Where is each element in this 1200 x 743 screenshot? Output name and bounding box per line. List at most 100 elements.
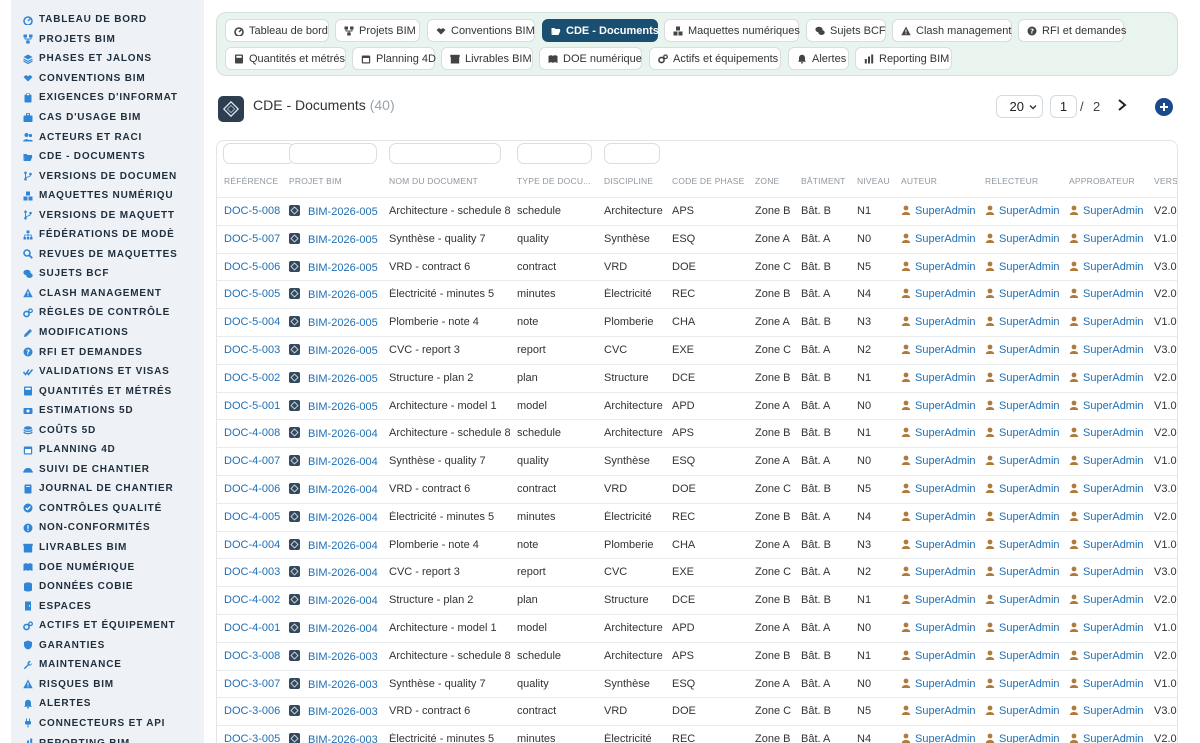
table-row[interactable]: DOC-5-002 BIM-2026-005 Structure - plan 2 p… — [217, 363, 1177, 392]
table-cell[interactable]: SuperAdmin — [1069, 205, 1153, 218]
table-cell[interactable]: SuperAdmin — [901, 678, 983, 691]
table-row[interactable]: DOC-5-004 BIM-2026-005 Plomberie - note 4 n… — [217, 308, 1177, 336]
table-cell[interactable]: SuperAdmin — [1069, 233, 1153, 246]
table-cell[interactable]: SuperAdmin — [1069, 539, 1153, 552]
table-cell[interactable]: SuperAdmin — [901, 511, 983, 524]
table-row[interactable]: DOC-4-006 BIM-2026-004 VRD - contract 6 con… — [217, 474, 1177, 503]
table-cell[interactable]: BIM-2026-004 — [289, 510, 387, 525]
table-cell[interactable]: SuperAdmin — [1069, 705, 1153, 718]
sidebar-item[interactable]: CDE - Documents — [11, 147, 204, 167]
table-cell[interactable]: DOC-4-006 — [224, 483, 286, 496]
table-cell[interactable]: SuperAdmin — [985, 539, 1067, 552]
sidebar-item[interactable]: Revues de maquettes — [11, 245, 204, 265]
table-row[interactable]: DOC-4-004 BIM-2026-004 Plomberie - note 4 n… — [217, 530, 1177, 559]
table-cell[interactable]: SuperAdmin — [901, 344, 983, 357]
table-cell[interactable]: BIM-2026-005 — [289, 371, 387, 386]
table-row[interactable]: DOC-4-008 BIM-2026-004 Architecture - sche… — [217, 419, 1177, 447]
module-tab[interactable]: Reporting BIM — [855, 47, 952, 70]
module-tab[interactable]: Quantités et métrés — [225, 47, 346, 70]
current-page-input[interactable]: 1 — [1050, 95, 1077, 118]
sidebar-item[interactable]: Coûts 5D — [11, 420, 204, 440]
next-page-icon[interactable] — [1116, 98, 1128, 112]
table-cell[interactable]: SuperAdmin — [901, 455, 983, 468]
table-cell[interactable]: SuperAdmin — [985, 455, 1067, 468]
sidebar-item[interactable]: Conventions BIM — [11, 69, 204, 89]
table-cell[interactable]: SuperAdmin — [985, 233, 1067, 246]
sidebar-item[interactable]: Sujets BCF — [11, 264, 204, 284]
table-cell[interactable]: DOC-4-007 — [224, 455, 286, 468]
table-cell[interactable]: SuperAdmin — [901, 622, 983, 635]
sidebar-item[interactable]: Planning 4D — [11, 440, 204, 460]
sidebar-item[interactable]: Reporting BIM — [11, 733, 204, 743]
table-cell[interactable]: SuperAdmin — [1069, 483, 1153, 496]
module-tab[interactable]: Clash management — [892, 19, 1012, 42]
column-filter-input[interactable] — [517, 143, 592, 164]
sidebar-item[interactable]: Non-conformités — [11, 518, 204, 538]
module-tab[interactable]: Sujets BCF — [806, 19, 886, 42]
table-cell[interactable]: DOC-4-001 — [224, 622, 286, 635]
column-filter-input[interactable] — [289, 143, 377, 164]
table-cell[interactable]: SuperAdmin — [1069, 372, 1153, 385]
table-cell[interactable]: DOC-5-004 — [224, 316, 286, 329]
table-cell[interactable]: SuperAdmin — [901, 483, 983, 496]
table-row[interactable]: DOC-5-005 BIM-2026-005 Électricité - minut… — [217, 280, 1177, 308]
table-cell[interactable]: SuperAdmin — [985, 372, 1067, 385]
sidebar-item[interactable]: Risques BIM — [11, 675, 204, 695]
sidebar-item[interactable]: Données COBie — [11, 577, 204, 597]
table-cell[interactable]: SuperAdmin — [985, 511, 1067, 524]
table-row[interactable]: DOC-5-006 BIM-2026-005 VRD - contract 6 con… — [217, 252, 1177, 281]
table-cell[interactable]: SuperAdmin — [1069, 622, 1153, 635]
table-cell[interactable]: BIM-2026-005 — [289, 232, 387, 247]
table-cell[interactable]: SuperAdmin — [985, 650, 1067, 663]
table-cell[interactable]: BIM-2026-004 — [289, 621, 387, 636]
table-row[interactable]: DOC-3-008 BIM-2026-003 Architecture - sche… — [217, 641, 1177, 670]
sidebar-item[interactable]: Actifs et équipement — [11, 616, 204, 636]
table-cell[interactable]: DOC-4-002 — [224, 594, 286, 607]
table-cell[interactable]: SuperAdmin — [1069, 344, 1153, 357]
table-cell[interactable]: DOC-4-003 — [224, 566, 286, 579]
table-cell[interactable]: SuperAdmin — [901, 288, 983, 301]
sidebar-item[interactable]: Suivi de chantier — [11, 460, 204, 480]
column-header[interactable]: Nom du document — [389, 174, 515, 188]
module-tab[interactable]: DOE numérique — [539, 47, 642, 70]
sidebar-item[interactable]: Règles de contrôle — [11, 303, 204, 323]
table-cell[interactable]: SuperAdmin — [985, 344, 1067, 357]
table-cell[interactable]: SuperAdmin — [1069, 400, 1153, 413]
column-filter-input[interactable] — [604, 143, 660, 164]
table-cell[interactable]: SuperAdmin — [901, 316, 983, 329]
table-cell[interactable]: BIM-2026-004 — [289, 427, 387, 441]
table-cell[interactable]: SuperAdmin — [901, 566, 983, 579]
table-cell[interactable]: SuperAdmin — [901, 400, 983, 413]
column-header[interactable]: Versi — [1154, 174, 1177, 188]
sidebar-item[interactable]: Exigences d'informat — [11, 88, 204, 108]
sidebar-item[interactable]: Modifications — [11, 323, 204, 343]
table-cell[interactable]: SuperAdmin — [1069, 261, 1153, 274]
module-tab[interactable]: Alertes — [788, 47, 849, 70]
table-cell[interactable]: SuperAdmin — [985, 566, 1067, 579]
table-cell[interactable]: BIM-2026-004 — [289, 566, 387, 580]
table-cell[interactable]: SuperAdmin — [901, 205, 983, 218]
table-cell[interactable]: BIM-2026-003 — [289, 649, 387, 664]
table-row[interactable]: DOC-3-005 BIM-2026-003 Électricité - minut… — [217, 725, 1177, 743]
table-cell[interactable]: DOC-5-006 — [224, 261, 286, 274]
sidebar-item[interactable]: Acteurs et RACI — [11, 127, 204, 147]
table-cell[interactable]: SuperAdmin — [985, 316, 1067, 329]
table-cell[interactable]: DOC-5-001 — [224, 400, 286, 413]
table-cell[interactable]: DOC-5-007 — [224, 233, 286, 246]
table-cell[interactable]: SuperAdmin — [985, 288, 1067, 301]
table-row[interactable]: DOC-3-006 BIM-2026-003 VRD - contract 6 con… — [217, 697, 1177, 725]
sidebar-item[interactable]: DOE numérique — [11, 557, 204, 577]
sidebar-item[interactable]: Connecteurs et API — [11, 714, 204, 734]
table-cell[interactable]: DOC-3-007 — [224, 678, 286, 691]
table-cell[interactable]: SuperAdmin — [1069, 650, 1153, 663]
sidebar-item[interactable]: Cas d'usage BIM — [11, 108, 204, 128]
table-cell[interactable]: BIM-2026-004 — [289, 482, 387, 497]
column-header[interactable]: Approbateur — [1069, 174, 1153, 188]
column-filter-input[interactable] — [389, 143, 501, 164]
table-cell[interactable]: DOC-3-008 — [224, 650, 286, 663]
sidebar-item[interactable]: Journal de chantier — [11, 479, 204, 499]
module-tab[interactable]: Actifs et équipements — [649, 47, 781, 70]
sidebar-item[interactable]: Alertes — [11, 694, 204, 714]
table-cell[interactable]: BIM-2026-005 — [289, 260, 387, 275]
sidebar-item[interactable]: Livrables BIM — [11, 538, 204, 558]
